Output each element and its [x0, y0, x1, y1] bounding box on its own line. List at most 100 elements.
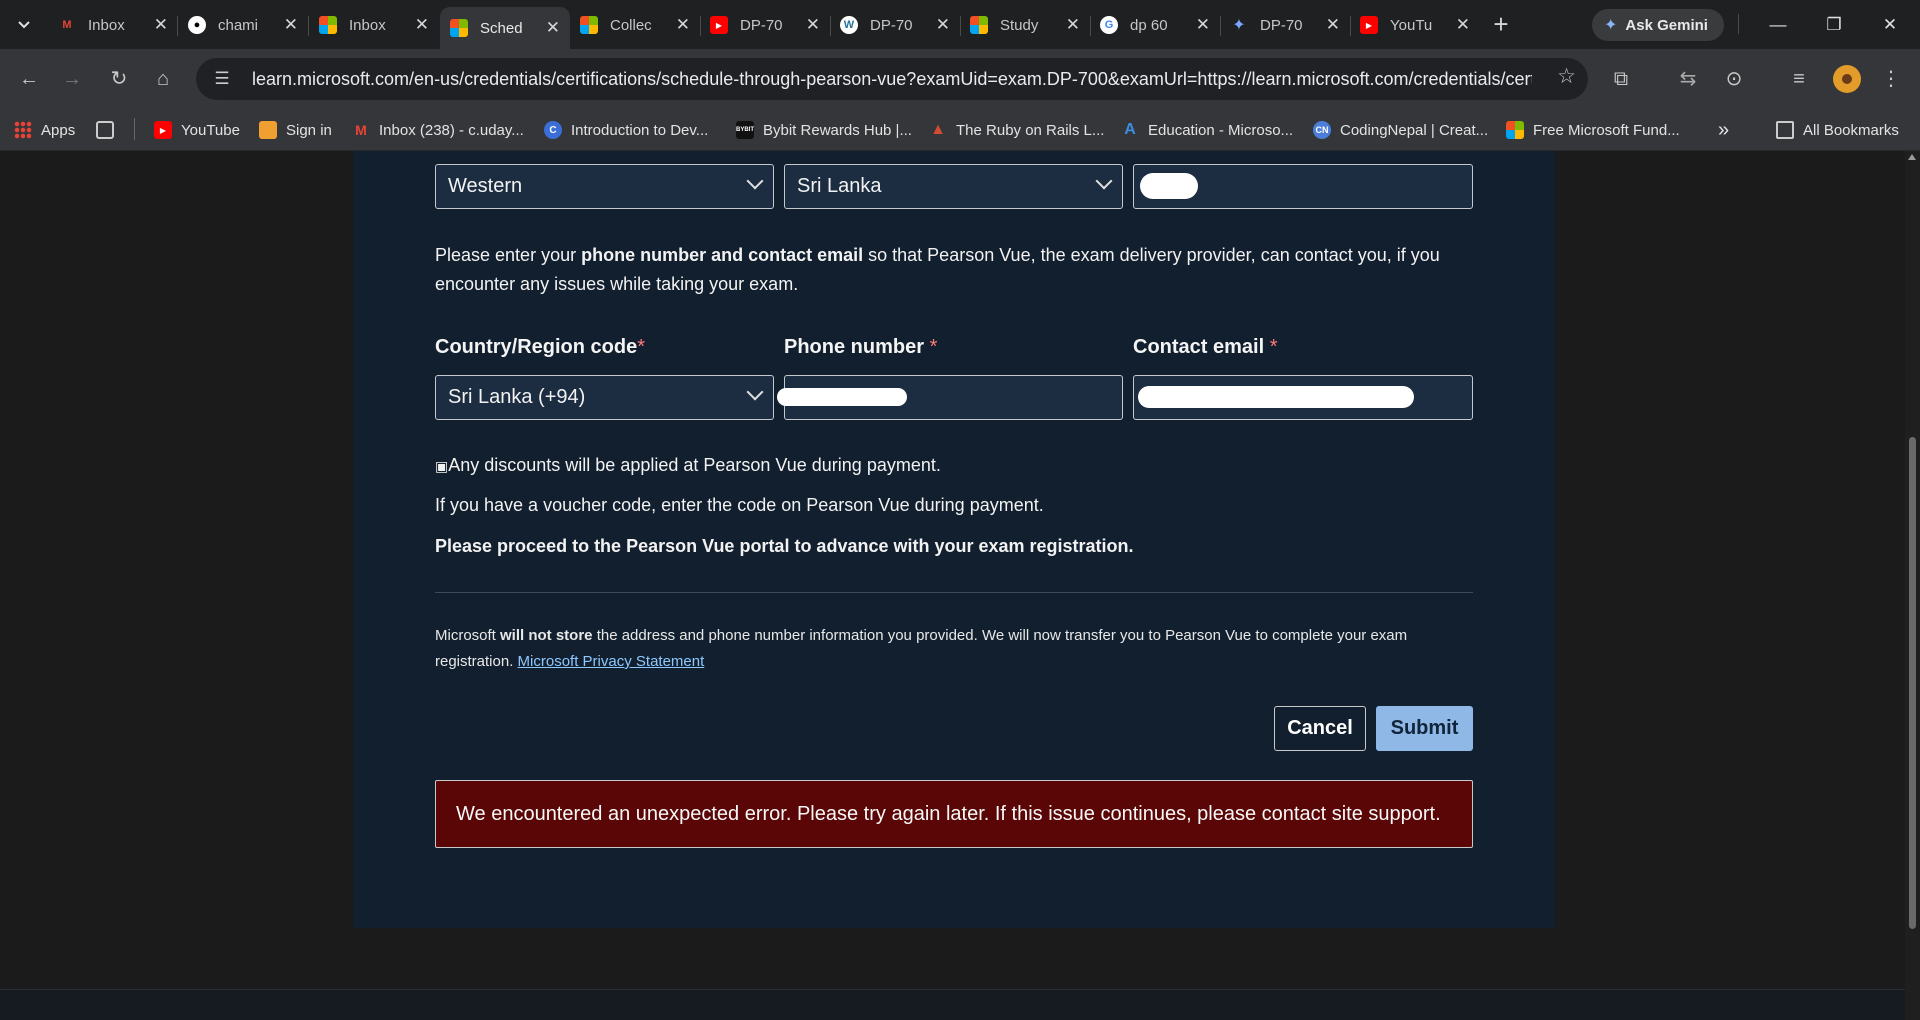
tab-search-button[interactable] [10, 11, 38, 39]
voucher-note: If you have a voucher code, enter the co… [435, 495, 1044, 515]
address-bar[interactable]: ☰ learn.microsoft.com/en-us/credentials/… [196, 58, 1588, 100]
bybit-icon: BYBIT [736, 121, 754, 139]
country-select[interactable]: Sri Lanka [784, 164, 1123, 209]
close-tab-icon[interactable]: ✕ [1326, 15, 1340, 35]
bookmark-star-icon[interactable]: ☆ [1557, 64, 1576, 89]
phone-number-input[interactable] [777, 375, 1123, 420]
tab-gemini-dp700[interactable]: ✦ DP-70 ✕ [1220, 7, 1350, 43]
state-select[interactable]: Western [435, 164, 774, 209]
chevron-down-icon [18, 21, 30, 29]
redaction-mark [1140, 173, 1198, 199]
close-tab-icon[interactable]: ✕ [1066, 15, 1080, 35]
bookmark-codingnepal[interactable]: CN CodingNepal | Creat... [1313, 117, 1488, 143]
youtube-icon: ▶ [1360, 16, 1378, 34]
apps-grid-icon [14, 121, 32, 139]
error-alert: We encountered an unexpected error. Plea… [435, 780, 1473, 848]
tab-gmail-inbox[interactable]: M Inbox ✕ [48, 7, 178, 43]
bookmarks-bar: Apps ▶ YouTube Sign in M Inbox (238) - c… [0, 109, 1920, 151]
privacy-notice: Microsoft will not store the address and… [435, 627, 1408, 670]
scrollbar-thumb[interactable] [1909, 437, 1916, 929]
tab-schedule-active[interactable]: Sched ✕ [440, 7, 570, 49]
site-info-icon[interactable]: ☰ [204, 69, 240, 89]
redaction-mark [777, 388, 907, 406]
tab-collections[interactable]: Collec ✕ [570, 7, 700, 43]
forward-arrow-icon[interactable]: → [57, 64, 87, 94]
chevron-down-icon [746, 383, 764, 401]
menu-kebab-icon[interactable]: ⋮ [1876, 64, 1906, 94]
new-tab-button[interactable]: + [1486, 10, 1516, 38]
media-controls-icon[interactable]: ≡ [1784, 64, 1814, 94]
postal-code-input[interactable] [1133, 164, 1473, 209]
box-icon [259, 121, 277, 139]
info-icon: ▣ [435, 458, 449, 474]
minimize-icon[interactable]: — [1758, 10, 1798, 40]
close-tab-icon[interactable]: ✕ [154, 15, 168, 35]
page-content: Western Sri Lanka Please enter your phon… [0, 151, 1905, 1020]
screenshot-icon[interactable]: ⊙ [1719, 64, 1749, 94]
close-tab-icon[interactable]: ✕ [415, 15, 429, 35]
gmail-icon: M [355, 122, 367, 138]
close-tab-icon[interactable]: ✕ [1456, 15, 1470, 35]
bookmark-sign-in[interactable]: Sign in [259, 117, 332, 143]
microsoft-icon [319, 16, 337, 34]
tab-youtube-dp700[interactable]: ▶ DP-70 ✕ [700, 7, 830, 43]
bookmark-youtube[interactable]: ▶ YouTube [154, 117, 240, 143]
country-code-label: Country/Region code* [435, 336, 646, 358]
tab-youtube[interactable]: ▶ YouTu ✕ [1350, 7, 1480, 43]
contact-email-label: Contact email * [1133, 336, 1278, 358]
tab-github[interactable]: ● chami ✕ [178, 7, 308, 43]
bookmark-apps[interactable]: Apps [14, 117, 75, 143]
gemini-icon: ✦ [1232, 17, 1246, 34]
folder-icon [1776, 121, 1794, 139]
tab-wordpress-dp700[interactable]: W DP-70 ✕ [830, 7, 960, 43]
close-tab-icon[interactable]: ✕ [936, 15, 950, 35]
discount-note: ▣Any discounts will be applied at Pearso… [435, 455, 941, 475]
youtube-icon: ▶ [710, 16, 728, 34]
tab-ms-inbox[interactable]: Inbox ✕ [309, 7, 439, 43]
browser-toolbar: ← → ↻ ⌂ ☰ learn.microsoft.com/en-us/cred… [0, 49, 1920, 109]
bookmark-education-microsoft[interactable]: A Education - Microso... [1121, 117, 1293, 143]
back-arrow-icon[interactable]: ← [14, 64, 44, 94]
tab-study[interactable]: Study ✕ [960, 7, 1090, 43]
more-bookmarks-chevron-icon[interactable]: » [1718, 117, 1729, 143]
restore-icon[interactable]: ❐ [1814, 10, 1854, 40]
scroll-up-arrow-icon[interactable] [1908, 154, 1916, 160]
page-footer [0, 989, 1905, 1020]
profile-avatar[interactable] [1833, 65, 1861, 93]
reload-icon[interactable]: ↻ [104, 64, 134, 94]
close-tab-icon[interactable]: ✕ [806, 15, 820, 35]
tab-google-search[interactable]: G dp 60 ✕ [1090, 7, 1220, 43]
contact-email-input[interactable] [1133, 375, 1473, 420]
bookmark-intro-dev[interactable]: C Introduction to Dev... [544, 117, 708, 143]
bookmark-gmail-inbox[interactable]: M Inbox (238) - c.uday... [352, 117, 524, 143]
submit-button[interactable]: Submit [1376, 706, 1473, 751]
bookmark-free-microsoft[interactable]: Free Microsoft Fund... [1506, 117, 1680, 143]
proceed-note: Please proceed to the Pearson Vue portal… [435, 536, 1134, 556]
home-icon[interactable]: ⌂ [148, 64, 178, 94]
chevron-down-icon [1095, 172, 1113, 190]
url-text[interactable]: learn.microsoft.com/en-us/credentials/ce… [252, 69, 1532, 90]
privacy-statement-link[interactable]: Microsoft Privacy Statement [518, 653, 705, 670]
country-code-select[interactable]: Sri Lanka (+94) [435, 375, 774, 420]
bookmark-grid[interactable] [96, 117, 123, 143]
gmail-icon: M [62, 19, 72, 31]
close-tab-icon[interactable]: ✕ [676, 15, 690, 35]
microsoft-icon [970, 16, 988, 34]
redaction-mark [1138, 386, 1414, 408]
extensions-icon[interactable]: ⧉ [1606, 64, 1636, 94]
ask-gemini-button[interactable]: ✦ Ask Gemini [1592, 9, 1724, 41]
google-icon: G [1100, 16, 1118, 34]
close-tab-icon[interactable]: ✕ [1196, 15, 1210, 35]
cancel-button[interactable]: Cancel [1274, 706, 1366, 751]
close-tab-icon[interactable]: ✕ [284, 15, 298, 35]
bookmark-bybit[interactable]: BYBIT Bybit Rewards Hub |... [736, 117, 912, 143]
page-scrollbar[interactable] [1905, 151, 1920, 1020]
close-tab-icon[interactable]: ✕ [546, 18, 560, 38]
azure-icon: A [1124, 121, 1136, 138]
close-window-icon[interactable]: ✕ [1870, 10, 1910, 40]
bookmark-rails[interactable]: ▲ The Ruby on Rails L... [929, 117, 1104, 143]
all-bookmarks-folder[interactable]: All Bookmarks [1776, 117, 1899, 143]
contact-intro-text: Please enter your phone number and conta… [435, 245, 1440, 294]
divider [435, 592, 1473, 593]
translate-icon[interactable]: ⇆ [1673, 64, 1703, 94]
